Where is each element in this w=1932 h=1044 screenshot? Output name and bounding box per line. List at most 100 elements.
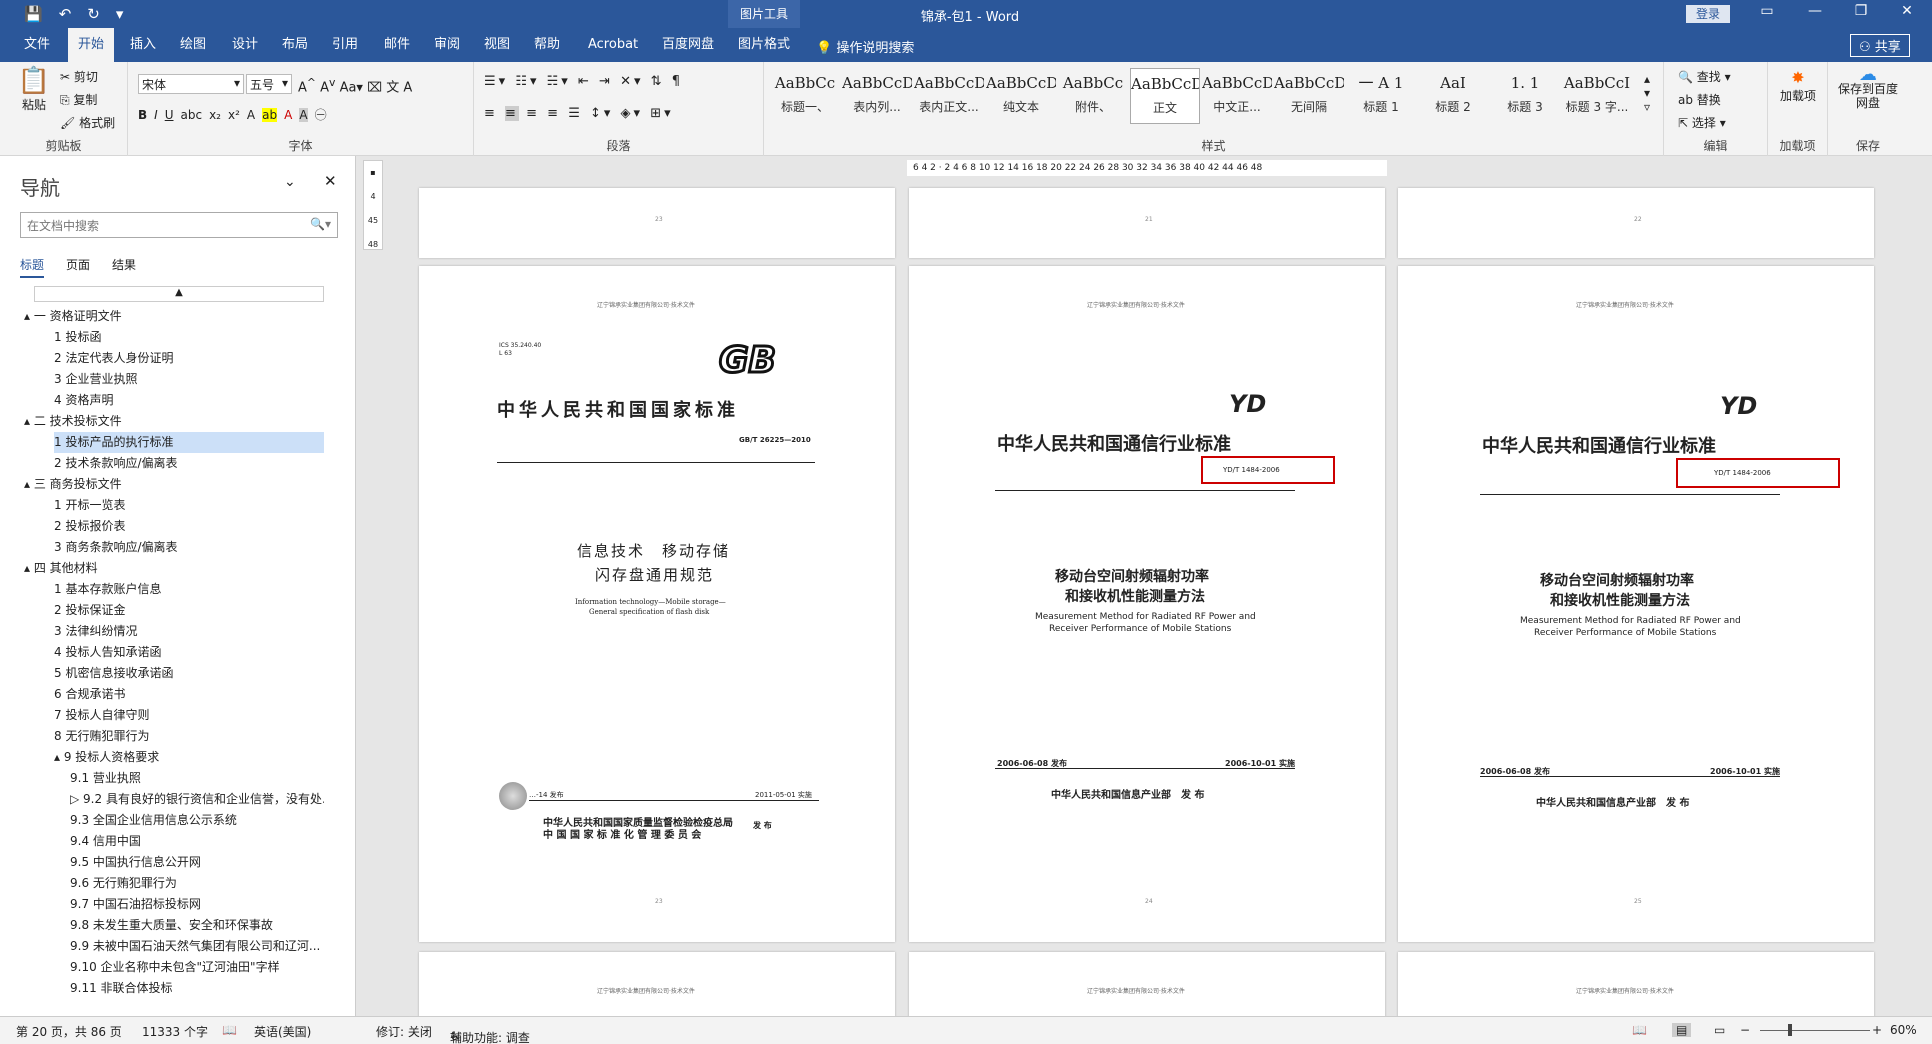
nav-heading-item[interactable]: 9.10 企业名称中未包含"辽河油田"字样 <box>70 957 324 978</box>
style-item[interactable]: AaBbCc 标题一、 <box>770 68 840 124</box>
replace-button[interactable]: ab 替换 <box>1678 91 1721 108</box>
nav-heading-item[interactable]: 2 投标报价表 <box>54 516 324 537</box>
font-format-row[interactable]: B I Uabc x₂ x² Aab A A ㊀ <box>138 106 334 123</box>
tell-me-search[interactable]: 💡 操作说明搜索 <box>816 37 914 56</box>
tab-home[interactable]: 开始 <box>68 28 115 62</box>
share-button[interactable]: ⚇ 共享 <box>1850 34 1910 57</box>
nav-tab-pages[interactable]: 页面 <box>66 256 90 278</box>
style-item[interactable]: 一 A 1 标题 1 <box>1346 68 1416 124</box>
font-size-buttons[interactable]: A^ Av Aa▾ ⌧ 文 A <box>298 76 412 95</box>
nav-heading-item[interactable]: 3 商务条款响应/偏离表 <box>54 537 324 558</box>
tab-layout[interactable]: 布局 <box>272 28 318 62</box>
nav-heading-item[interactable]: 9.9 未被中国石油天然气集团有限公司和辽河... <box>70 936 324 957</box>
nav-heading-item[interactable]: 3 企业营业执照 <box>54 369 324 390</box>
nav-tab-headings[interactable]: 标题 <box>20 256 45 278</box>
nav-heading-item[interactable]: 1 基本存款账户信息 <box>54 579 324 600</box>
nav-heading-item[interactable]: 9.5 中国执行信息公开网 <box>70 852 324 873</box>
style-item[interactable]: AaBbCcDd 无间隔 <box>1274 68 1344 124</box>
zoom-level[interactable]: 60% <box>1890 1023 1917 1037</box>
minimize-icon[interactable]: — <box>1800 3 1830 19</box>
copy-button[interactable]: ⎘ 复制 <box>60 91 97 108</box>
nav-heading-item[interactable]: ▴ 一 资格证明文件 <box>24 306 324 327</box>
nav-heading-item[interactable]: 2 法定代表人身份证明 <box>54 348 324 369</box>
align-buttons[interactable]: ≡ ≡ ≡ ≡ ☰ ↕▾ ◈▾ ⊞▾ <box>484 106 674 121</box>
nav-heading-item[interactable]: 9.11 非联合体投标 <box>70 978 324 999</box>
nav-heading-item[interactable]: 5 机密信息接收承诺函 <box>54 663 324 684</box>
language[interactable]: 英语(美国) <box>254 1023 311 1040</box>
nav-heading-item[interactable]: 2 投标保证金 <box>54 600 324 621</box>
zoom-in-icon[interactable]: + <box>1872 1023 1882 1037</box>
nav-tab-results[interactable]: 结果 <box>112 256 136 278</box>
nav-heading-item[interactable]: ▴ 9 投标人资格要求 <box>54 747 324 768</box>
format-painter-button[interactable]: 🖌 格式刷 <box>60 114 115 131</box>
styles-more-icon[interactable]: ▴ ▾ ▿ <box>1644 72 1650 114</box>
maximize-icon[interactable]: ❐ <box>1846 3 1876 19</box>
style-item[interactable]: AaBbCcDc 中文正... <box>1202 68 1272 124</box>
select-button[interactable]: ⇱ 选择 ▾ <box>1678 114 1726 131</box>
page-count[interactable]: 第 20 页，共 86 页 <box>16 1023 122 1040</box>
cut-button[interactable]: ✂ 剪切 <box>60 68 98 85</box>
nav-heading-item[interactable]: 1 投标函 <box>54 327 324 348</box>
word-count[interactable]: 11333 个字 <box>142 1023 208 1040</box>
addins-button[interactable]: ✸ 加载项 <box>1780 68 1816 104</box>
zoom-slider[interactable] <box>1760 1030 1870 1031</box>
close-icon[interactable]: ✕ <box>1892 3 1922 19</box>
font-name-select[interactable]: 宋体 ▾ <box>138 74 244 94</box>
web-layout-icon[interactable]: ▭ <box>1714 1023 1725 1037</box>
nav-heading-item[interactable]: 4 资格声明 <box>54 390 324 411</box>
nav-options-icon[interactable]: ⌄ <box>284 174 296 190</box>
proofing-icon[interactable]: 📖 <box>222 1023 237 1037</box>
nav-heading-item[interactable]: ▴ 三 商务投标文件 <box>24 474 324 495</box>
nav-heading-item[interactable]: 1 投标产品的执行标准 <box>54 432 324 453</box>
tab-help[interactable]: 帮助 <box>524 28 570 62</box>
style-item[interactable]: AaBbCcDd 纯文本 <box>986 68 1056 124</box>
style-item[interactable]: 1. 1 标题 3 <box>1490 68 1560 124</box>
nav-close-icon[interactable]: ✕ <box>324 172 337 190</box>
redo-icon[interactable]: ↻ <box>87 5 100 23</box>
style-item[interactable]: AaBbCcDd 表内正文... <box>914 68 984 124</box>
nav-heading-item[interactable]: 6 合规承诺书 <box>54 684 324 705</box>
nav-heading-item[interactable]: ▴ 四 其他材料 <box>24 558 324 579</box>
nav-heading-item[interactable]: 9.4 信用中国 <box>70 831 324 852</box>
search-icon[interactable]: 🔍▾ <box>310 217 331 231</box>
nav-scroll-up[interactable]: ▲ <box>34 286 324 302</box>
tab-baidu-netdisk[interactable]: 百度网盘 <box>652 28 724 62</box>
tab-insert[interactable]: 插入 <box>120 28 166 62</box>
nav-heading-item[interactable]: ▴ 二 技术投标文件 <box>24 411 324 432</box>
zoom-slider-thumb[interactable] <box>1788 1024 1792 1036</box>
nav-heading-item[interactable]: 2 技术条款响应/偏离表 <box>54 453 324 474</box>
customize-qat-icon[interactable]: ▾ <box>116 5 124 23</box>
style-item[interactable]: AaBbCcD 表内列... <box>842 68 912 124</box>
nav-heading-item[interactable]: 9.6 无行贿犯罪行为 <box>70 873 324 894</box>
style-item[interactable]: AaBbCc 附件、 <box>1058 68 1128 124</box>
paste-button[interactable]: 📋 粘贴 <box>14 66 54 113</box>
style-item[interactable]: AaBbCcI 标题 3 字... <box>1562 68 1632 124</box>
nav-heading-item[interactable]: 9.7 中国石油招标投标网 <box>70 894 324 915</box>
tab-review[interactable]: 审阅 <box>424 28 470 62</box>
tab-draw[interactable]: 绘图 <box>170 28 216 62</box>
nav-heading-item[interactable]: 9.3 全国企业信用信息公示系统 <box>70 810 324 831</box>
nav-heading-item[interactable]: 9.8 未发生重大质量、安全和环保事故 <box>70 915 324 936</box>
tab-view[interactable]: 视图 <box>474 28 520 62</box>
undo-icon[interactable]: ↶ <box>59 5 72 23</box>
nav-heading-item[interactable]: 3 法律纠纷情况 <box>54 621 324 642</box>
nav-heading-item[interactable]: 7 投标人自律守则 <box>54 705 324 726</box>
find-button[interactable]: 🔍 查找 ▾ <box>1678 68 1731 85</box>
font-size-select[interactable]: 五号 ▾ <box>246 74 292 94</box>
style-item[interactable]: AaI 标题 2 <box>1418 68 1488 124</box>
style-item[interactable]: AaBbCcDd 正文 <box>1130 68 1200 124</box>
nav-heading-item[interactable]: 8 无行贿犯罪行为 <box>54 726 324 747</box>
nav-heading-item[interactable]: ▷ 9.2 具有良好的银行资信和企业信誉，没有处... <box>70 789 324 810</box>
tab-references[interactable]: 引用 <box>322 28 368 62</box>
tab-mailings[interactable]: 邮件 <box>374 28 420 62</box>
save-to-baidu-button[interactable]: ☁ 保存到百度网盘 <box>1834 66 1902 111</box>
ribbon-display-icon[interactable]: ▭ <box>1752 3 1782 19</box>
tab-acrobat[interactable]: Acrobat <box>578 28 648 62</box>
nav-heading-item[interactable]: 1 开标一览表 <box>54 495 324 516</box>
tab-picture-format[interactable]: 图片格式 <box>728 28 800 62</box>
print-layout-icon[interactable]: ▤ <box>1672 1023 1692 1037</box>
read-mode-icon[interactable]: 📖 <box>1632 1023 1647 1037</box>
nav-search-input[interactable]: 在文档中搜索 🔍▾ <box>20 212 338 238</box>
tab-file[interactable]: 文件 <box>14 28 60 62</box>
save-icon[interactable]: 💾 <box>24 5 43 23</box>
